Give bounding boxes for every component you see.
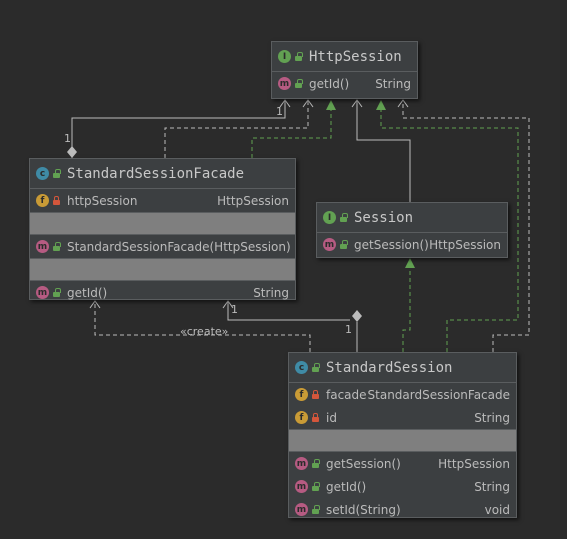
facade-header: c StandardSessionFacade — [30, 159, 295, 189]
arrowhead-facade-realization — [326, 100, 336, 110]
constructor-name: StandardSessionFacade(HttpSession) — [67, 239, 291, 254]
field-name: facade — [326, 387, 367, 402]
session-method-row[interactable]: m getSession() HttpSession — [317, 233, 507, 256]
field-icon: f — [295, 388, 308, 401]
method-name: getSession() — [354, 237, 429, 252]
field-icon: f — [36, 194, 49, 207]
method-icon: m — [295, 503, 308, 516]
edge-facade-httpsession-association — [71, 99, 291, 158]
standardsessionfacade-node[interactable]: c StandardSessionFacade f httpSession Ht… — [29, 158, 296, 300]
section-separator — [30, 212, 295, 235]
ss-field-row[interactable]: f facade StandardSessionFacade — [289, 383, 516, 406]
public-lock-icon — [339, 240, 348, 249]
public-lock-icon — [339, 213, 348, 222]
method-type: String — [375, 76, 411, 91]
field-type: String — [474, 410, 510, 425]
facade-method-row[interactable]: m getId() String — [30, 281, 295, 304]
facade-field-row[interactable]: f httpSession HttpSession — [30, 189, 295, 212]
httpsession-method-row[interactable]: m getId() String — [272, 72, 417, 95]
multiplicity-facade-top: 1 — [64, 132, 71, 145]
edge-standardsession-session-realization — [402, 268, 411, 352]
ss-field-row[interactable]: f id String — [289, 406, 516, 429]
standardsession-node[interactable]: c StandardSession f facade StandardSessi… — [288, 352, 517, 518]
httpsession-header: I HttpSession — [272, 42, 417, 72]
class-icon: c — [36, 167, 49, 180]
method-icon: m — [36, 240, 49, 253]
ss-method-row[interactable]: m setId(String) void — [289, 498, 516, 521]
arrowhead-ss-realization — [376, 100, 386, 110]
public-lock-icon — [52, 169, 61, 178]
public-lock-icon — [311, 505, 320, 514]
interface-icon: I — [278, 50, 291, 63]
public-lock-icon — [52, 242, 61, 251]
private-lock-icon — [311, 390, 320, 399]
public-lock-icon — [294, 79, 303, 88]
field-name: id — [326, 410, 337, 425]
session-header: I Session — [317, 203, 507, 233]
create-label: «create» — [180, 325, 229, 338]
facade-title: StandardSessionFacade — [67, 165, 245, 182]
class-icon: c — [295, 361, 308, 374]
httpsession-node[interactable]: I HttpSession m getId() String — [271, 41, 418, 99]
field-icon: f — [295, 411, 308, 424]
ss-method-row[interactable]: m getId() String — [289, 475, 516, 498]
session-title: Session — [354, 209, 414, 226]
private-lock-icon — [52, 196, 61, 205]
httpsession-title: HttpSession — [309, 48, 402, 65]
method-icon: m — [36, 286, 49, 299]
ss-method-row[interactable]: m getSession() HttpSession — [289, 452, 516, 475]
public-lock-icon — [311, 459, 320, 468]
public-lock-icon — [294, 52, 303, 61]
standardsession-title: StandardSession — [326, 359, 453, 376]
multiplicity-ss-facade: 1 — [231, 303, 238, 316]
diamond-ss-facade — [352, 310, 362, 322]
multiplicity-ss-self: 1 — [345, 323, 352, 336]
method-name: getId() — [326, 479, 367, 494]
method-icon: m — [295, 457, 308, 470]
method-type: HttpSession — [429, 237, 501, 252]
method-name: setId(String) — [326, 502, 401, 517]
private-lock-icon — [311, 413, 320, 422]
field-name: httpSession — [67, 193, 138, 208]
public-lock-icon — [311, 482, 320, 491]
method-type: HttpSession — [438, 456, 510, 471]
section-separator — [289, 429, 516, 452]
method-name: getId() — [309, 76, 350, 91]
public-lock-icon — [311, 363, 320, 372]
method-name: getSession() — [326, 456, 401, 471]
field-type: StandardSessionFacade — [367, 387, 510, 402]
public-lock-icon — [52, 288, 61, 297]
diamond-facade-http — [67, 146, 77, 158]
method-type: String — [474, 479, 510, 494]
uml-diagram-canvas: 1 1 «create» 1 1 I HttpSession m getId()… — [0, 0, 567, 539]
field-type: HttpSession — [217, 193, 289, 208]
standardsession-header: c StandardSession — [289, 353, 516, 383]
method-type: void — [484, 502, 510, 517]
edge-facade-httpsession-realization — [251, 110, 332, 158]
arrowhead-ss-session — [405, 258, 415, 268]
method-name: getId() — [67, 285, 108, 300]
method-type: String — [253, 285, 289, 300]
edge-standardsession-facade-composition — [222, 300, 358, 352]
method-icon: m — [278, 77, 291, 90]
multiplicity-facade-http: 1 — [276, 105, 283, 118]
session-node[interactable]: I Session m getSession() HttpSession — [316, 202, 508, 258]
method-icon: m — [323, 238, 336, 251]
interface-icon: I — [323, 211, 336, 224]
facade-constructor-row[interactable]: m StandardSessionFacade(HttpSession) — [30, 235, 295, 258]
edge-facade-httpsession-dependency — [164, 101, 309, 158]
section-separator — [30, 258, 295, 281]
method-icon: m — [295, 480, 308, 493]
